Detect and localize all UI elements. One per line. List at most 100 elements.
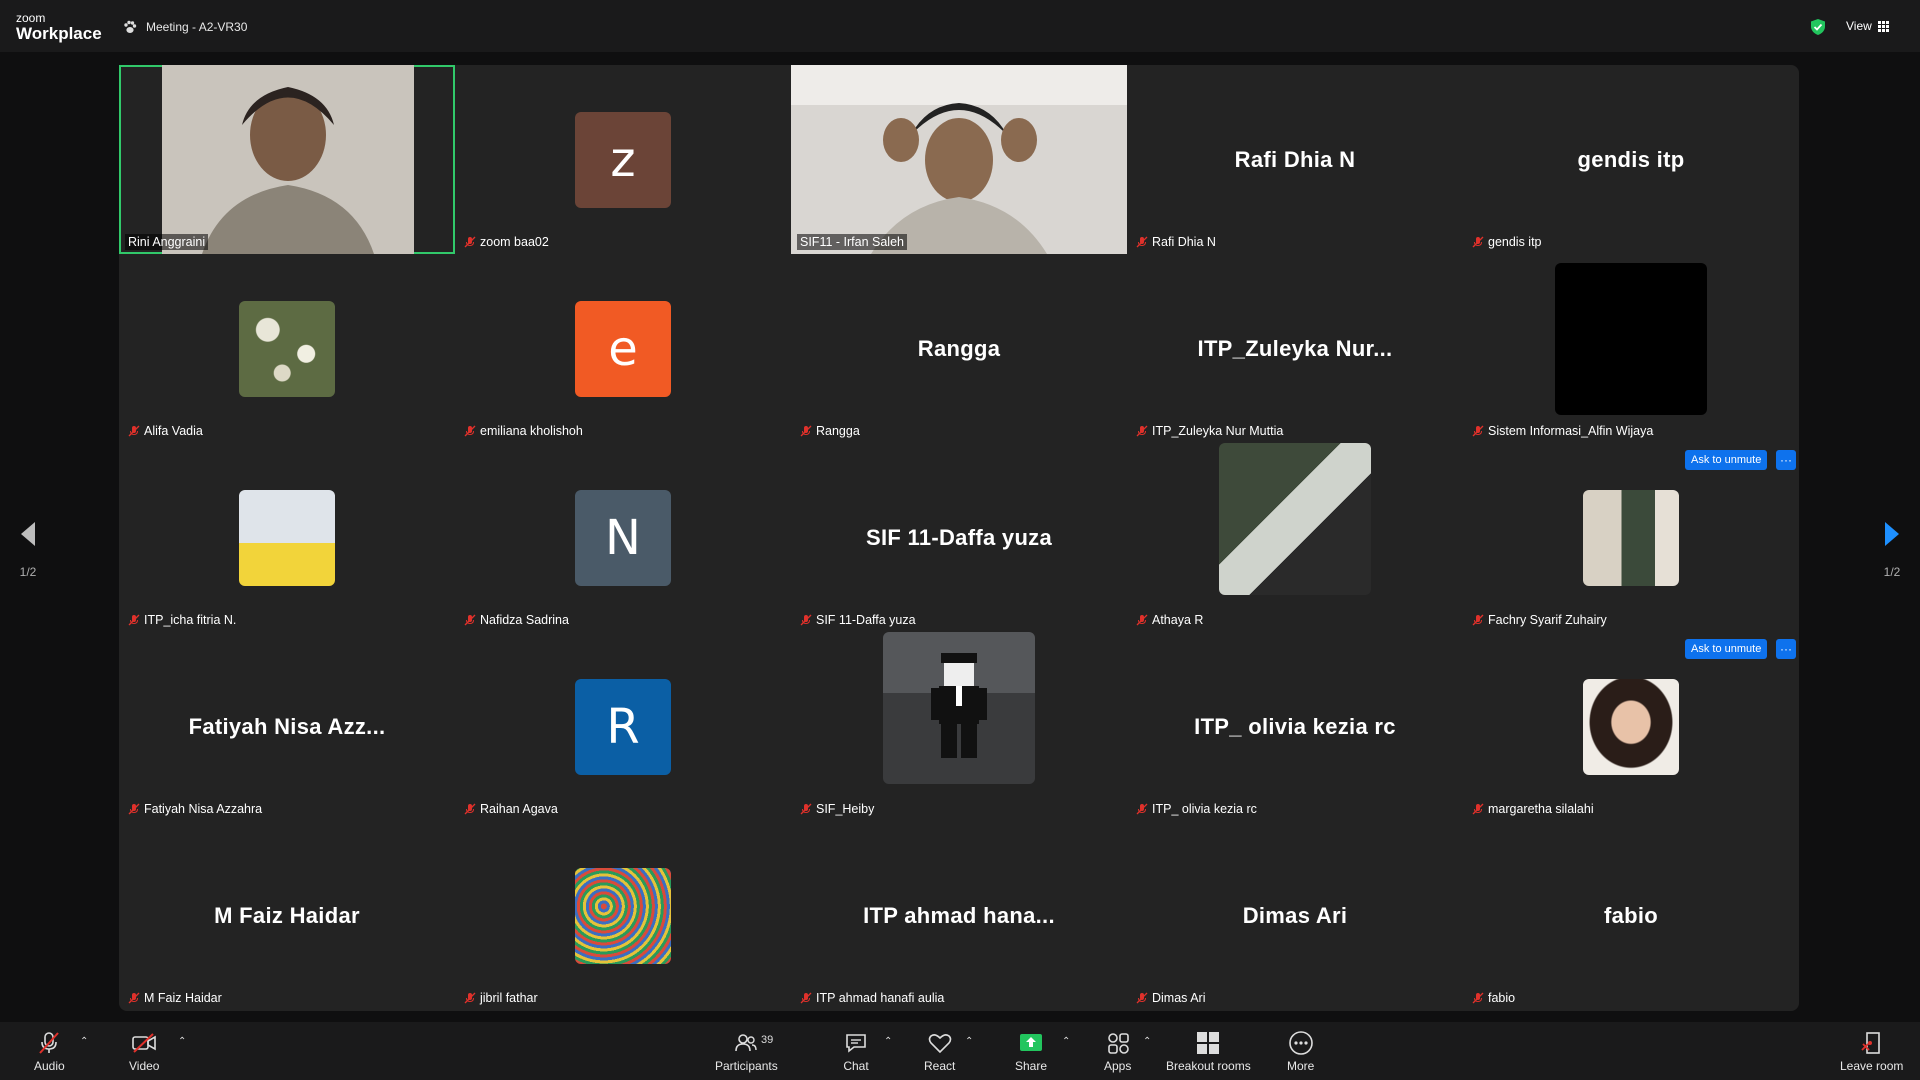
participant-tile[interactable]: e emiliana kholishoh — [455, 254, 791, 443]
muted-mic-icon — [800, 614, 812, 626]
participant-name-label: gendis itp — [1469, 234, 1545, 250]
participant-name-label: zoom baa02 — [461, 234, 552, 250]
participant-tile[interactable]: Fatiyah Nisa Azz... Fatiyah Nisa Azzahra — [119, 632, 455, 821]
participant-name: Athaya R — [1152, 613, 1204, 627]
profile-photo — [1583, 679, 1679, 775]
participant-display-name: Dimas Ari — [1242, 902, 1348, 928]
participant-name-label: Dimas Ari — [1133, 990, 1208, 1006]
share-options-caret-icon[interactable]: ⌃ — [1062, 1036, 1070, 1047]
participant-name: ITP ahmad hanafi aulia — [816, 991, 945, 1005]
participant-tile[interactable]: Fachry Syarif Zuhairy — [1463, 443, 1799, 632]
participant-name-label: Rangga — [797, 423, 863, 439]
participant-tile[interactable]: z zoom baa02 — [455, 65, 791, 254]
participant-name: Rini Anggraini — [128, 235, 206, 249]
participant-tile[interactable]: SIF11 - Irfan Saleh — [791, 65, 1127, 254]
share-label: Share — [1015, 1059, 1048, 1073]
participant-name: Sistem Informasi_Alfin Wijaya — [1488, 424, 1654, 438]
participant-display-name: SIF 11-Daffa yuza — [865, 524, 1053, 550]
more-button[interactable]: More — [1287, 1030, 1314, 1073]
participant-name-label: M Faiz Haidar — [125, 990, 225, 1006]
participant-name-label: ITP ahmad hanafi aulia — [797, 990, 947, 1006]
participant-tile[interactable]: Sistem Informasi_Alfin Wijaya — [1463, 254, 1799, 443]
react-options-caret-icon[interactable]: ⌃ — [965, 1036, 973, 1047]
more-label: More — [1287, 1059, 1315, 1073]
participant-tile[interactable]: jibril fathar — [455, 821, 791, 1010]
chat-label: Chat — [843, 1059, 869, 1073]
participant-tile[interactable]: gendis itp gendis itp — [1463, 65, 1799, 254]
participant-tile[interactable]: Rini Anggraini — [119, 65, 455, 254]
logo-workplace-text: Workplace — [16, 24, 102, 43]
breakout-rooms-button[interactable]: Breakout rooms — [1166, 1030, 1251, 1073]
participant-tile[interactable]: N Nafidza Sadrina — [455, 443, 791, 632]
audio-options-caret-icon[interactable]: ⌃ — [80, 1036, 88, 1047]
participant-tile[interactable]: R Raihan Agava — [455, 632, 791, 821]
participants-label: Participants — [715, 1059, 778, 1073]
participant-tile[interactable]: Rangga Rangga — [791, 254, 1127, 443]
participant-tile[interactable]: M Faiz Haidar M Faiz Haidar — [119, 821, 455, 1010]
participant-display-name: Rafi Dhia N — [1234, 146, 1356, 172]
security-shield-icon[interactable] — [1809, 18, 1827, 36]
chat-options-caret-icon[interactable]: ⌃ — [884, 1036, 892, 1047]
muted-mic-icon — [1472, 992, 1484, 1004]
video-options-caret-icon[interactable]: ⌃ — [178, 1036, 186, 1047]
apps-button[interactable]: Apps — [1104, 1030, 1131, 1073]
prev-page[interactable]: 1/2 — [18, 520, 38, 579]
leave-room-button[interactable]: Leave room — [1840, 1030, 1903, 1073]
participant-name-label: Nafidza Sadrina — [461, 612, 572, 628]
chat-button[interactable]: Chat — [843, 1030, 869, 1073]
muted-mic-icon — [1472, 236, 1484, 248]
grid-icon — [1877, 20, 1889, 32]
zoom-logo: zoom Workplace — [16, 12, 102, 42]
participant-display-name: M Faiz Haidar — [214, 902, 360, 928]
participant-name: Dimas Ari — [1152, 991, 1206, 1005]
participant-name-label: Rini Anggraini — [125, 234, 209, 250]
video-button[interactable]: Video — [129, 1030, 159, 1073]
participant-display-name: gendis itp — [1577, 146, 1685, 172]
participant-name-label: SIF11 - Irfan Saleh — [797, 234, 907, 250]
participant-tile[interactable]: Alifa Vadia — [119, 254, 455, 443]
share-screen-icon — [1020, 1034, 1043, 1051]
participant-tile[interactable]: Athaya R — [1127, 443, 1463, 632]
audio-label: Audio — [34, 1059, 65, 1073]
participant-name: Nafidza Sadrina — [480, 613, 569, 627]
avatar: e — [575, 301, 671, 397]
profile-photo — [575, 868, 671, 964]
participant-name: ITP_Zuleyka Nur Muttia — [1152, 424, 1284, 438]
share-button[interactable]: Share — [1015, 1030, 1047, 1073]
participant-tile[interactable]: SIF_Heiby — [791, 632, 1127, 821]
person-video — [791, 65, 1127, 254]
participant-name: Fachry Syarif Zuhairy — [1488, 613, 1607, 627]
participant-tile[interactable]: ITP_icha fitria N. — [119, 443, 455, 632]
muted-mic-icon — [1472, 425, 1484, 437]
gallery-view: Rini Anggraini z zoom baa02 SIF11 - Irfa… — [119, 65, 1799, 1011]
participant-name: Rangga — [816, 424, 860, 438]
participant-tile[interactable]: Dimas Ari Dimas Ari — [1127, 821, 1463, 1010]
meeting-info[interactable]: Meeting - A2-VR30 — [122, 19, 247, 35]
participant-tile[interactable]: fabio fabio — [1463, 821, 1799, 1010]
participant-tile[interactable]: ITP_ olivia kezia rc ITP_ olivia kezia r… — [1127, 632, 1463, 821]
participant-tile[interactable]: margaretha silalahi — [1463, 632, 1799, 821]
participant-display-name: ITP_ olivia kezia rc — [1194, 713, 1396, 739]
audio-button[interactable]: Audio — [34, 1030, 65, 1073]
participant-tile[interactable]: ITP_Zuleyka Nur... ITP_Zuleyka Nur Mutti… — [1127, 254, 1463, 443]
meeting-title: Meeting - A2-VR30 — [146, 20, 248, 34]
participant-name-label: emiliana kholishoh — [461, 423, 586, 439]
muted-mic-icon — [464, 803, 476, 815]
apps-options-caret-icon[interactable]: ⌃ — [1143, 1036, 1151, 1047]
participant-tile[interactable]: SIF 11-Daffa yuza SIF 11-Daffa yuza — [791, 443, 1127, 632]
next-page[interactable]: 1/2 — [1882, 520, 1902, 579]
participant-tile[interactable]: Rafi Dhia N Rafi Dhia N — [1127, 65, 1463, 254]
participant-name-label: Alifa Vadia — [125, 423, 206, 439]
react-button[interactable]: React — [924, 1030, 955, 1073]
muted-mic-icon — [128, 425, 140, 437]
participant-tile[interactable]: ITP ahmad hana... ITP ahmad hanafi aulia — [791, 821, 1127, 1010]
top-bar: zoom Workplace Meeting - A2-VR30 View — [0, 0, 1920, 52]
participant-name-label: Rafi Dhia N — [1133, 234, 1219, 250]
participant-name: SIF_Heiby — [816, 802, 875, 816]
muted-mic-icon — [1472, 614, 1484, 626]
person-video — [162, 65, 414, 254]
participant-name: emiliana kholishoh — [480, 424, 583, 438]
view-button[interactable]: View — [1846, 19, 1889, 33]
participant-name: margaretha silalahi — [1488, 802, 1594, 816]
muted-mic-icon — [1472, 803, 1484, 815]
